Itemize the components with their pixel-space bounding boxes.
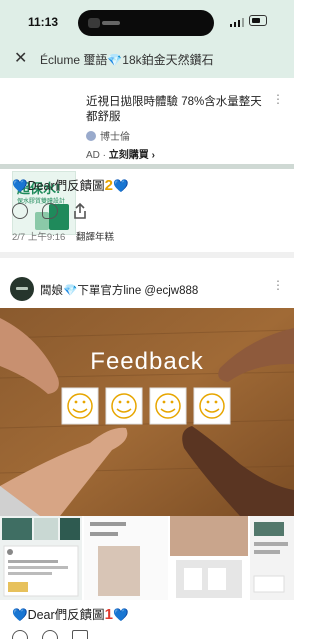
signal-icon bbox=[230, 17, 244, 27]
status-bar: 11:13 bbox=[0, 0, 294, 40]
more-options-icon[interactable]: ⋮ bbox=[272, 278, 284, 292]
divider bbox=[0, 252, 294, 258]
translate-link[interactable]: 翻譯年糕 bbox=[76, 232, 114, 243]
brand-logo-icon bbox=[86, 131, 96, 141]
sponsored-ad-card[interactable]: 超保水! 保水膠質雙膜設計 近視日拋限時體驗 78%含水量整天都舒服 博士倫 A… bbox=[0, 78, 294, 235]
blue-heart-icon: 💙 bbox=[12, 608, 28, 622]
dynamic-island bbox=[78, 10, 214, 36]
page-title: Éclume 璽語💎18k鉑金天然鑽石 bbox=[40, 53, 214, 67]
comment-icon[interactable] bbox=[42, 203, 58, 219]
previous-post-image-strip bbox=[0, 164, 294, 169]
share-icon[interactable] bbox=[72, 202, 88, 220]
close-icon[interactable]: ✕ bbox=[14, 48, 27, 68]
nav-header: ✕ Éclume 璽語💎18k鉑金天然鑽石 bbox=[0, 40, 294, 78]
status-time: 11:13 bbox=[28, 15, 59, 29]
post-author[interactable]: 闆娘💎下單官方line @ecjw888 bbox=[40, 282, 198, 298]
post-caption: 💙Dear們反饋圖2💙 bbox=[12, 177, 129, 194]
ad-label: AD bbox=[86, 150, 100, 161]
emoji-react-icon[interactable] bbox=[12, 630, 28, 639]
chevron-right-icon: › bbox=[151, 150, 155, 161]
post-caption: 💙Dear們反饋圖1💙 bbox=[12, 606, 129, 623]
post-timestamp: 2/7 上午9:16 bbox=[12, 232, 66, 243]
number-badge: 1 bbox=[104, 606, 114, 623]
number-badge: 2 bbox=[104, 177, 114, 194]
photo-feedback-text: Feedback bbox=[90, 348, 204, 375]
blue-heart-icon: 💙 bbox=[12, 179, 28, 193]
chat-screenshots-image bbox=[0, 516, 294, 600]
blue-heart-icon: 💙 bbox=[113, 179, 129, 193]
post-photo[interactable]: Feedback bbox=[0, 308, 294, 516]
emoji-react-icon[interactable] bbox=[12, 203, 28, 219]
ad-label-row: AD · 立刻購買 › bbox=[86, 150, 155, 161]
share-icon[interactable] bbox=[72, 630, 88, 639]
ad-brand: 博士倫 bbox=[86, 128, 130, 143]
post-meta: 2/7 上午9:16 翻譯年糕 bbox=[12, 229, 114, 243]
avatar[interactable] bbox=[10, 277, 34, 301]
battery-icon bbox=[249, 15, 267, 26]
blue-heart-icon: 💙 bbox=[113, 608, 129, 622]
feedback-photo-illustration bbox=[0, 308, 294, 516]
buy-now-link[interactable]: 立刻購買 bbox=[109, 150, 149, 161]
ad-headline[interactable]: 近視日拋限時體驗 78%含水量整天都舒服 bbox=[86, 95, 266, 125]
comment-icon[interactable] bbox=[42, 630, 58, 639]
more-options-icon[interactable]: ⋮ bbox=[272, 92, 284, 106]
feedback-screenshot-collage[interactable] bbox=[0, 516, 294, 600]
